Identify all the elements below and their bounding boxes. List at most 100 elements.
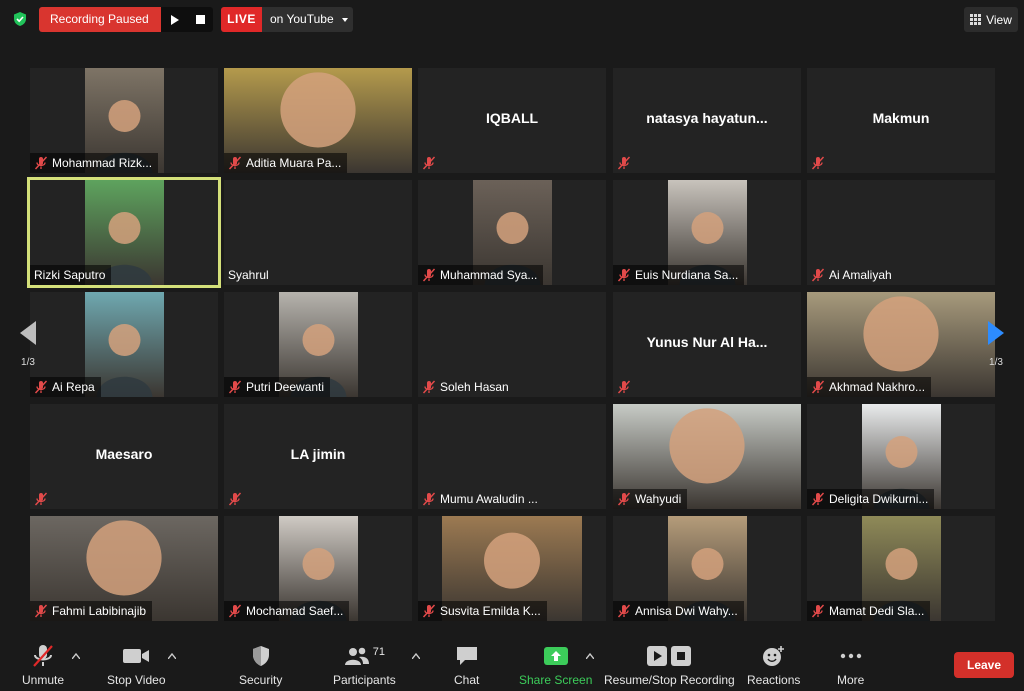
participant-name-label: Euis Nurdiana Sa...: [613, 265, 745, 285]
participant-tile[interactable]: Makmun: [807, 68, 995, 173]
participant-name: Aditia Muara Pa...: [246, 156, 342, 170]
participant-name: Mamat Dedi Sla...: [829, 604, 925, 618]
unmute-button[interactable]: Unmute: [22, 643, 64, 687]
participant-tile[interactable]: Maesaro: [30, 404, 218, 509]
microphone-muted-icon: [811, 380, 829, 394]
recording-paused-label: Recording Paused: [39, 7, 161, 32]
participant-tile[interactable]: Annisa Dwi Wahy...: [613, 516, 801, 621]
microphone-muted-icon: [617, 604, 635, 618]
participant-tile[interactable]: Aditia Muara Pa...: [224, 68, 412, 173]
participant-tile[interactable]: Syahrul: [224, 180, 412, 285]
participant-name-label: Deligita Dwikurni...: [807, 489, 935, 509]
participant-tile[interactable]: Soleh Hasan: [418, 292, 606, 397]
participant-tile[interactable]: Wahyudi: [613, 404, 801, 509]
live-target-label: on YouTube: [270, 12, 334, 26]
grid-view-icon: [970, 14, 982, 25]
participant-tile[interactable]: LA jimin: [224, 404, 412, 509]
participant-name: Putri Deewanti: [246, 380, 325, 394]
play-icon: [170, 14, 179, 25]
microphone-muted-icon: [617, 268, 635, 282]
more-button[interactable]: More: [837, 643, 864, 687]
view-button[interactable]: View: [964, 7, 1018, 32]
participant-name: Rizki Saputro: [34, 268, 106, 282]
live-stream-indicator[interactable]: LIVE on YouTube: [221, 7, 353, 32]
participant-tile[interactable]: Deligita Dwikurni...: [807, 404, 995, 509]
security-shield-icon[interactable]: [12, 11, 28, 27]
resume-recording-button[interactable]: [161, 7, 187, 32]
participant-name-label: Mumu Awaludin ...: [418, 489, 544, 509]
participant-name: Mohammad Rizk...: [52, 156, 153, 170]
participant-name-label: Mochamad Saef...: [224, 601, 350, 621]
top-bar: Recording Paused LIVE on YouTube View: [0, 0, 1024, 40]
microphone-muted-icon: [228, 156, 246, 170]
participant-tile[interactable]: Mochamad Saef...: [224, 516, 412, 621]
participant-tile[interactable]: Putri Deewanti: [224, 292, 412, 397]
participant-tile[interactable]: Mamat Dedi Sla...: [807, 516, 995, 621]
unmute-label: Unmute: [22, 673, 65, 687]
participant-name: Soleh Hasan: [440, 380, 509, 394]
microphone-muted-icon: [228, 492, 246, 506]
microphone-muted-icon: [34, 604, 52, 618]
participant-name: Akhmad Nakhro...: [829, 380, 926, 394]
participants-options-caret-icon[interactable]: [412, 653, 420, 659]
participant-tile[interactable]: Mohammad Rizk...: [30, 68, 218, 173]
microphone-muted-icon: [422, 492, 440, 506]
participant-name-label: Syahrul: [224, 265, 275, 285]
resume-stop-recording-button[interactable]: Resume/Stop Recording: [604, 643, 735, 687]
security-button[interactable]: Security: [239, 643, 282, 687]
participant-tile[interactable]: Susvita Emilda K...: [418, 516, 606, 621]
microphone-muted-icon: [811, 268, 829, 282]
next-page-button[interactable]: 1/3: [976, 296, 1016, 393]
microphone-muted-icon: [617, 156, 635, 170]
participants-count: 71: [372, 646, 385, 658]
participant-name: Annisa Dwi Wahy...: [635, 604, 738, 618]
live-tag: LIVE: [221, 7, 262, 32]
stop-square-icon: [671, 646, 692, 666]
stop-recording-button[interactable]: [187, 7, 213, 32]
microphone-muted-icon: [422, 156, 440, 170]
participant-tile[interactable]: Yunus Nur Al Ha...: [613, 292, 801, 397]
participant-name-label: [30, 489, 58, 509]
participants-button[interactable]: 71 Participants: [333, 643, 396, 687]
participant-tile[interactable]: Ai Repa: [30, 292, 218, 397]
recording-status-bar: Recording Paused: [39, 7, 213, 32]
audio-options-caret-icon[interactable]: [72, 653, 80, 659]
reactions-button[interactable]: Reactions: [747, 643, 800, 687]
participant-tile[interactable]: Rizki Saputro: [27, 177, 221, 288]
chat-bubble-icon: [456, 647, 477, 665]
participant-name-label: Mamat Dedi Sla...: [807, 601, 931, 621]
participant-tile[interactable]: Fahmi Labibinajib: [30, 516, 218, 621]
share-screen-button[interactable]: Share Screen: [519, 643, 592, 687]
participant-name-label: Ai Amaliyah: [807, 265, 898, 285]
participant-name: Susvita Emilda K...: [440, 604, 541, 618]
chat-button[interactable]: Chat: [454, 643, 479, 687]
page-indicator-right: 1/3: [989, 357, 1003, 368]
security-label: Security: [239, 673, 283, 687]
participant-name-label: Soleh Hasan: [418, 377, 515, 397]
more-label: More: [837, 673, 865, 687]
participant-tile[interactable]: Mumu Awaludin ...: [418, 404, 606, 509]
participant-tile[interactable]: Muhammad Sya...: [418, 180, 606, 285]
participant-name: Muhammad Sya...: [440, 268, 538, 282]
participant-tile[interactable]: Euis Nurdiana Sa...: [613, 180, 801, 285]
stop-video-button[interactable]: Stop Video: [107, 643, 166, 687]
participant-name: Euis Nurdiana Sa...: [635, 268, 739, 282]
participant-tile[interactable]: Akhmad Nakhro...: [807, 292, 995, 397]
participant-name-label: Susvita Emilda K...: [418, 601, 547, 621]
previous-page-button[interactable]: 1/3: [8, 296, 48, 393]
share-options-caret-icon[interactable]: [586, 653, 594, 659]
participant-tile[interactable]: Ai Amaliyah: [807, 180, 995, 285]
leave-button[interactable]: Leave: [954, 652, 1014, 678]
share-screen-label: Share Screen: [519, 673, 593, 687]
video-options-caret-icon[interactable]: [168, 653, 176, 659]
participant-tile[interactable]: IQBALL: [418, 68, 606, 173]
microphone-muted-icon: [811, 156, 829, 170]
view-label: View: [986, 12, 1012, 27]
participant-name: Mumu Awaludin ...: [440, 492, 538, 506]
chevron-right-icon: [988, 321, 1004, 345]
stop-icon: [195, 15, 205, 24]
shield-icon: [252, 646, 269, 666]
chat-label: Chat: [454, 673, 480, 687]
participant-tile[interactable]: natasya hayatun...: [613, 68, 801, 173]
participant-video-grid: Mohammad Rizk... Aditia Muara Pa... IQBALL…: [27, 68, 996, 622]
